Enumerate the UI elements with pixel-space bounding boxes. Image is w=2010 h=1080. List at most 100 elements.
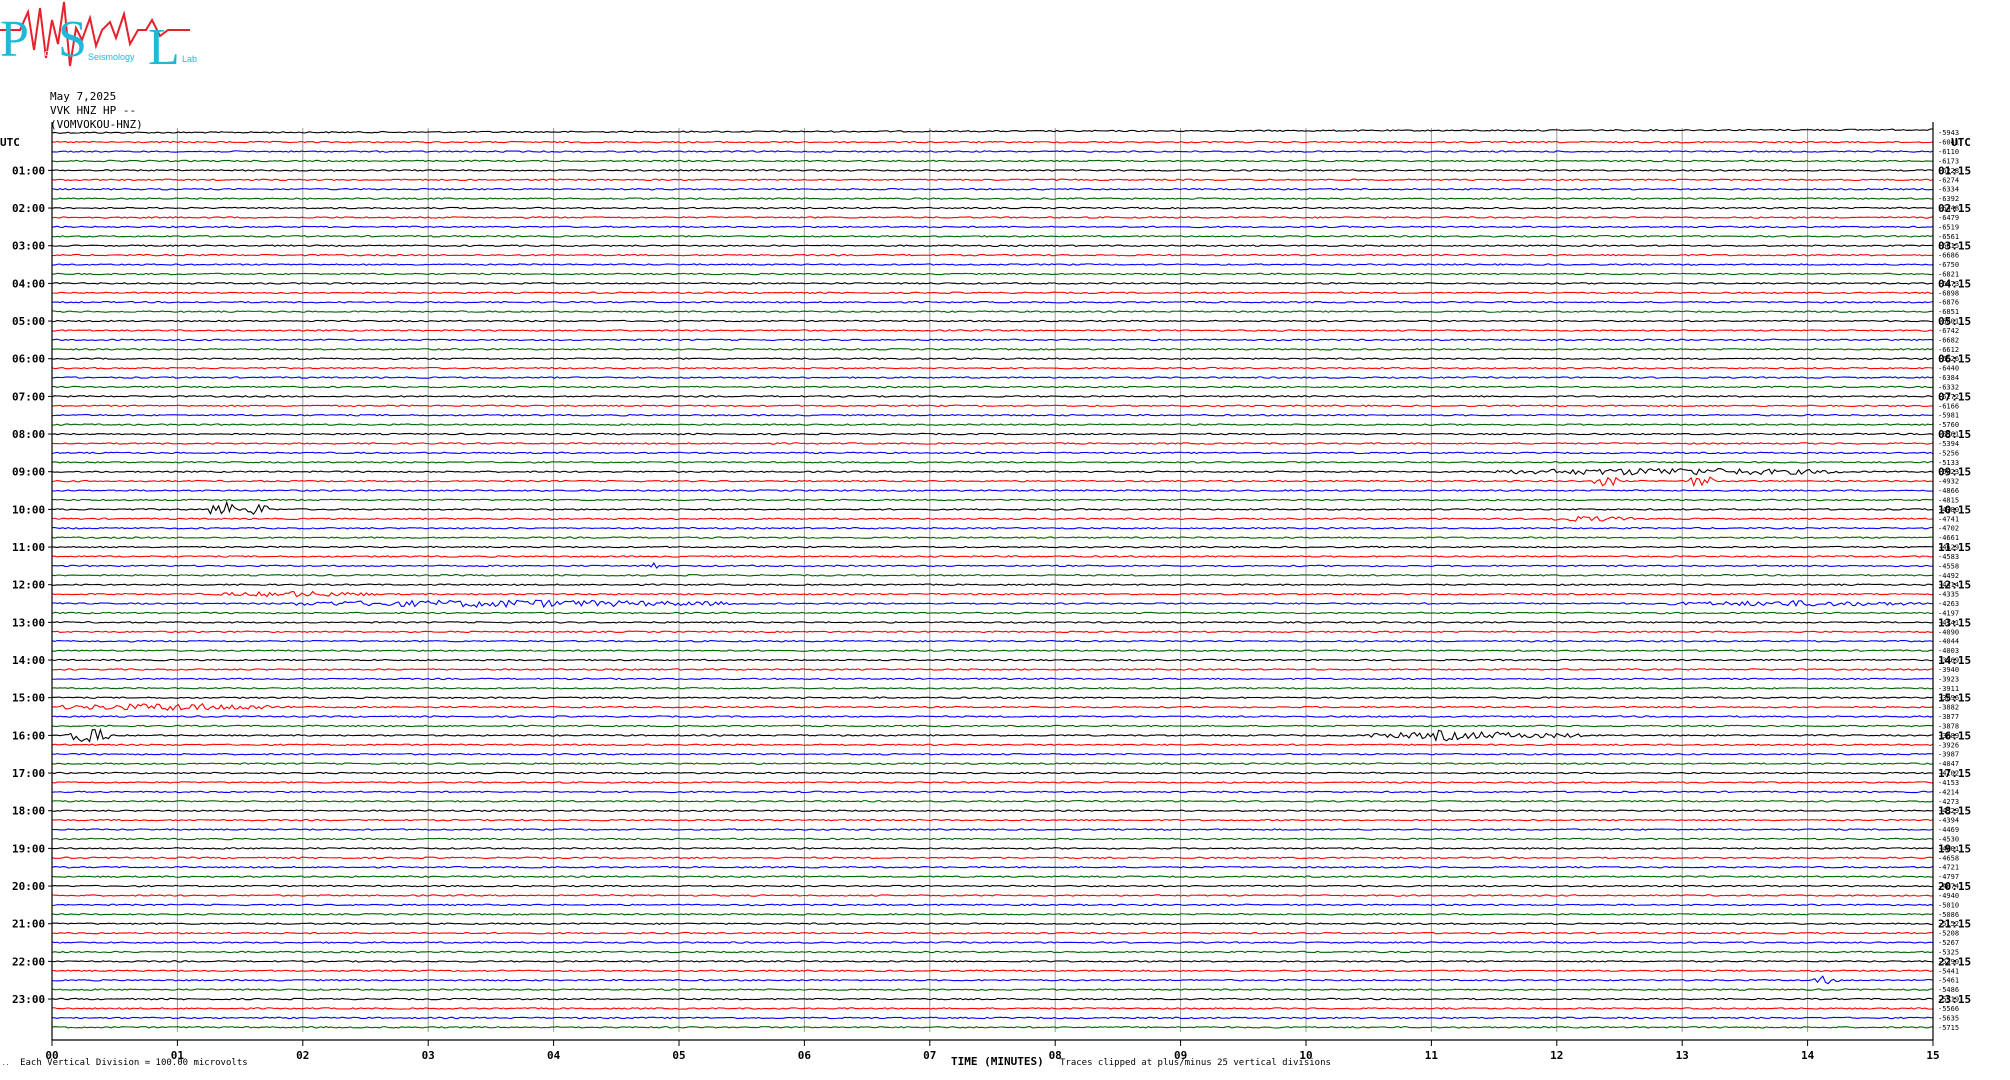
left-hour-label-2: 02:00 [12,202,45,215]
right-hour-label-13: 13:15 [1938,616,1971,629]
trace-10 [51,225,1934,229]
trace-77 [51,856,1934,860]
trace-27 [51,385,1934,389]
trace-count-label-66: -3987 [1938,751,1959,759]
trace-count-label-90: -5461 [1938,977,1959,985]
trace-34 [51,451,1934,455]
trace-count-label-78: -4721 [1938,864,1959,872]
trace-17 [51,291,1934,295]
trace-57 [51,668,1934,671]
trace-22 [51,338,1934,342]
trace-83 [51,913,1934,916]
trace-count-label-13: -6686 [1938,252,1959,260]
left-hour-label-17: 17:00 [12,767,45,780]
trace-count-label-53: -4090 [1938,628,1959,636]
right-hour-label-8: 08:15 [1938,428,1971,441]
trace-18 [51,300,1934,304]
trace-count-label-62: -3877 [1938,713,1959,721]
trace-count-label-33: -5394 [1938,440,1959,448]
trace-63 [51,724,1934,728]
left-hour-label-14: 14:00 [12,654,45,667]
left-hour-label-9: 09:00 [12,466,45,479]
trace-count-label-6: -6334 [1938,186,1959,194]
trace-87 [51,950,1934,954]
trace-40 [51,500,1934,516]
trace-38 [51,489,1934,492]
trace-count-label-94: -5635 [1938,1014,1959,1022]
left-hour-label-8: 08:00 [12,428,45,441]
trace-count-label-22: -6682 [1938,336,1959,344]
trace-47 [51,574,1934,577]
right-hour-label-21: 21:15 [1938,918,1971,931]
right-hour-label-7: 07:15 [1938,390,1971,403]
right-hour-label-12: 12:15 [1938,579,1971,592]
trace-54 [51,639,1934,643]
trace-20 [51,319,1934,323]
trace-89 [51,969,1934,973]
x-tick-label-03: 03 [422,1049,435,1062]
trace-count-label-30: -5981 [1938,412,1959,420]
x-tick-label-07: 07 [923,1049,936,1062]
trace-67 [51,762,1934,765]
left-hour-label-4: 04:00 [12,277,45,290]
trace-43 [51,536,1934,539]
left-hour-label-15: 15:00 [12,692,45,705]
x-tick-label-11: 11 [1425,1049,1439,1062]
right-hour-label-22: 22:15 [1938,955,1971,968]
trace-0 [51,128,1934,134]
trace-92 [51,997,1934,1001]
trace-count-label-42: -4702 [1938,525,1959,533]
trace-51 [51,611,1934,615]
trace-30 [51,413,1934,417]
trace-56 [51,658,1934,662]
trace-count-label-17: -6898 [1938,289,1959,297]
left-hour-label-21: 21:00 [12,918,45,931]
trace-count-label-46: -4558 [1938,562,1959,570]
trace-79 [51,875,1933,878]
x-tick-label-14: 14 [1801,1049,1815,1062]
trace-37 [51,476,1934,488]
left-hour-label-7: 07:00 [12,390,45,403]
trace-count-label-54: -4044 [1938,638,1959,646]
trace-62 [51,715,1934,718]
trace-61 [51,702,1934,711]
trace-85 [51,931,1934,935]
trace-count-label-77: -4658 [1938,854,1959,862]
left-hour-label-23: 23:00 [12,993,45,1006]
trace-count-label-85: -5208 [1938,930,1959,938]
trace-11 [51,235,1934,238]
plot-axes [48,122,1934,1046]
trace-count-label-73: -4394 [1938,817,1959,825]
right-hour-label-5: 05:15 [1938,315,1971,328]
trace-36 [51,467,1934,476]
trace-60 [51,696,1934,699]
trace-count-label-5: -6274 [1938,176,1959,184]
trace-count-label-34: -5256 [1938,449,1959,457]
left-hour-label-13: 13:00 [12,616,45,629]
trace-93 [51,1007,1934,1010]
trace-count-label-38: -4866 [1938,487,1959,495]
trace-count-label-49: -4335 [1938,591,1959,599]
left-hour-label-19: 19:00 [12,842,45,855]
trace-count-label-10: -6519 [1938,223,1959,231]
trace-count-label-37: -4932 [1938,478,1959,486]
clip-note: Traces clipped at plus/minus 25 vertical… [1060,1058,1331,1068]
left-hour-label-5: 05:00 [12,315,45,328]
right-hour-label-9: 09:15 [1938,466,1971,479]
x-tick-label-15: 15 [1926,1049,1939,1062]
trace-count-label-14: -6750 [1938,261,1959,269]
right-hour-label-19: 19:15 [1938,842,1971,855]
trace-count-label-93: -5566 [1938,1005,1959,1013]
trace-70 [51,790,1934,794]
trace-count-label-41: -4741 [1938,515,1959,523]
right-hour-label-20: 20:15 [1938,880,1971,893]
trace-91 [51,988,1934,991]
left-hour-label-1: 01:00 [12,164,45,177]
trace-count-label-18: -6876 [1938,299,1959,307]
trace-90 [51,975,1934,985]
right-hour-label-14: 14:15 [1938,654,1971,667]
utc-header-left: UTC [0,136,20,149]
trace-71 [51,799,1934,803]
trace-4 [51,169,1934,172]
right-hour-label-17: 17:15 [1938,767,1971,780]
